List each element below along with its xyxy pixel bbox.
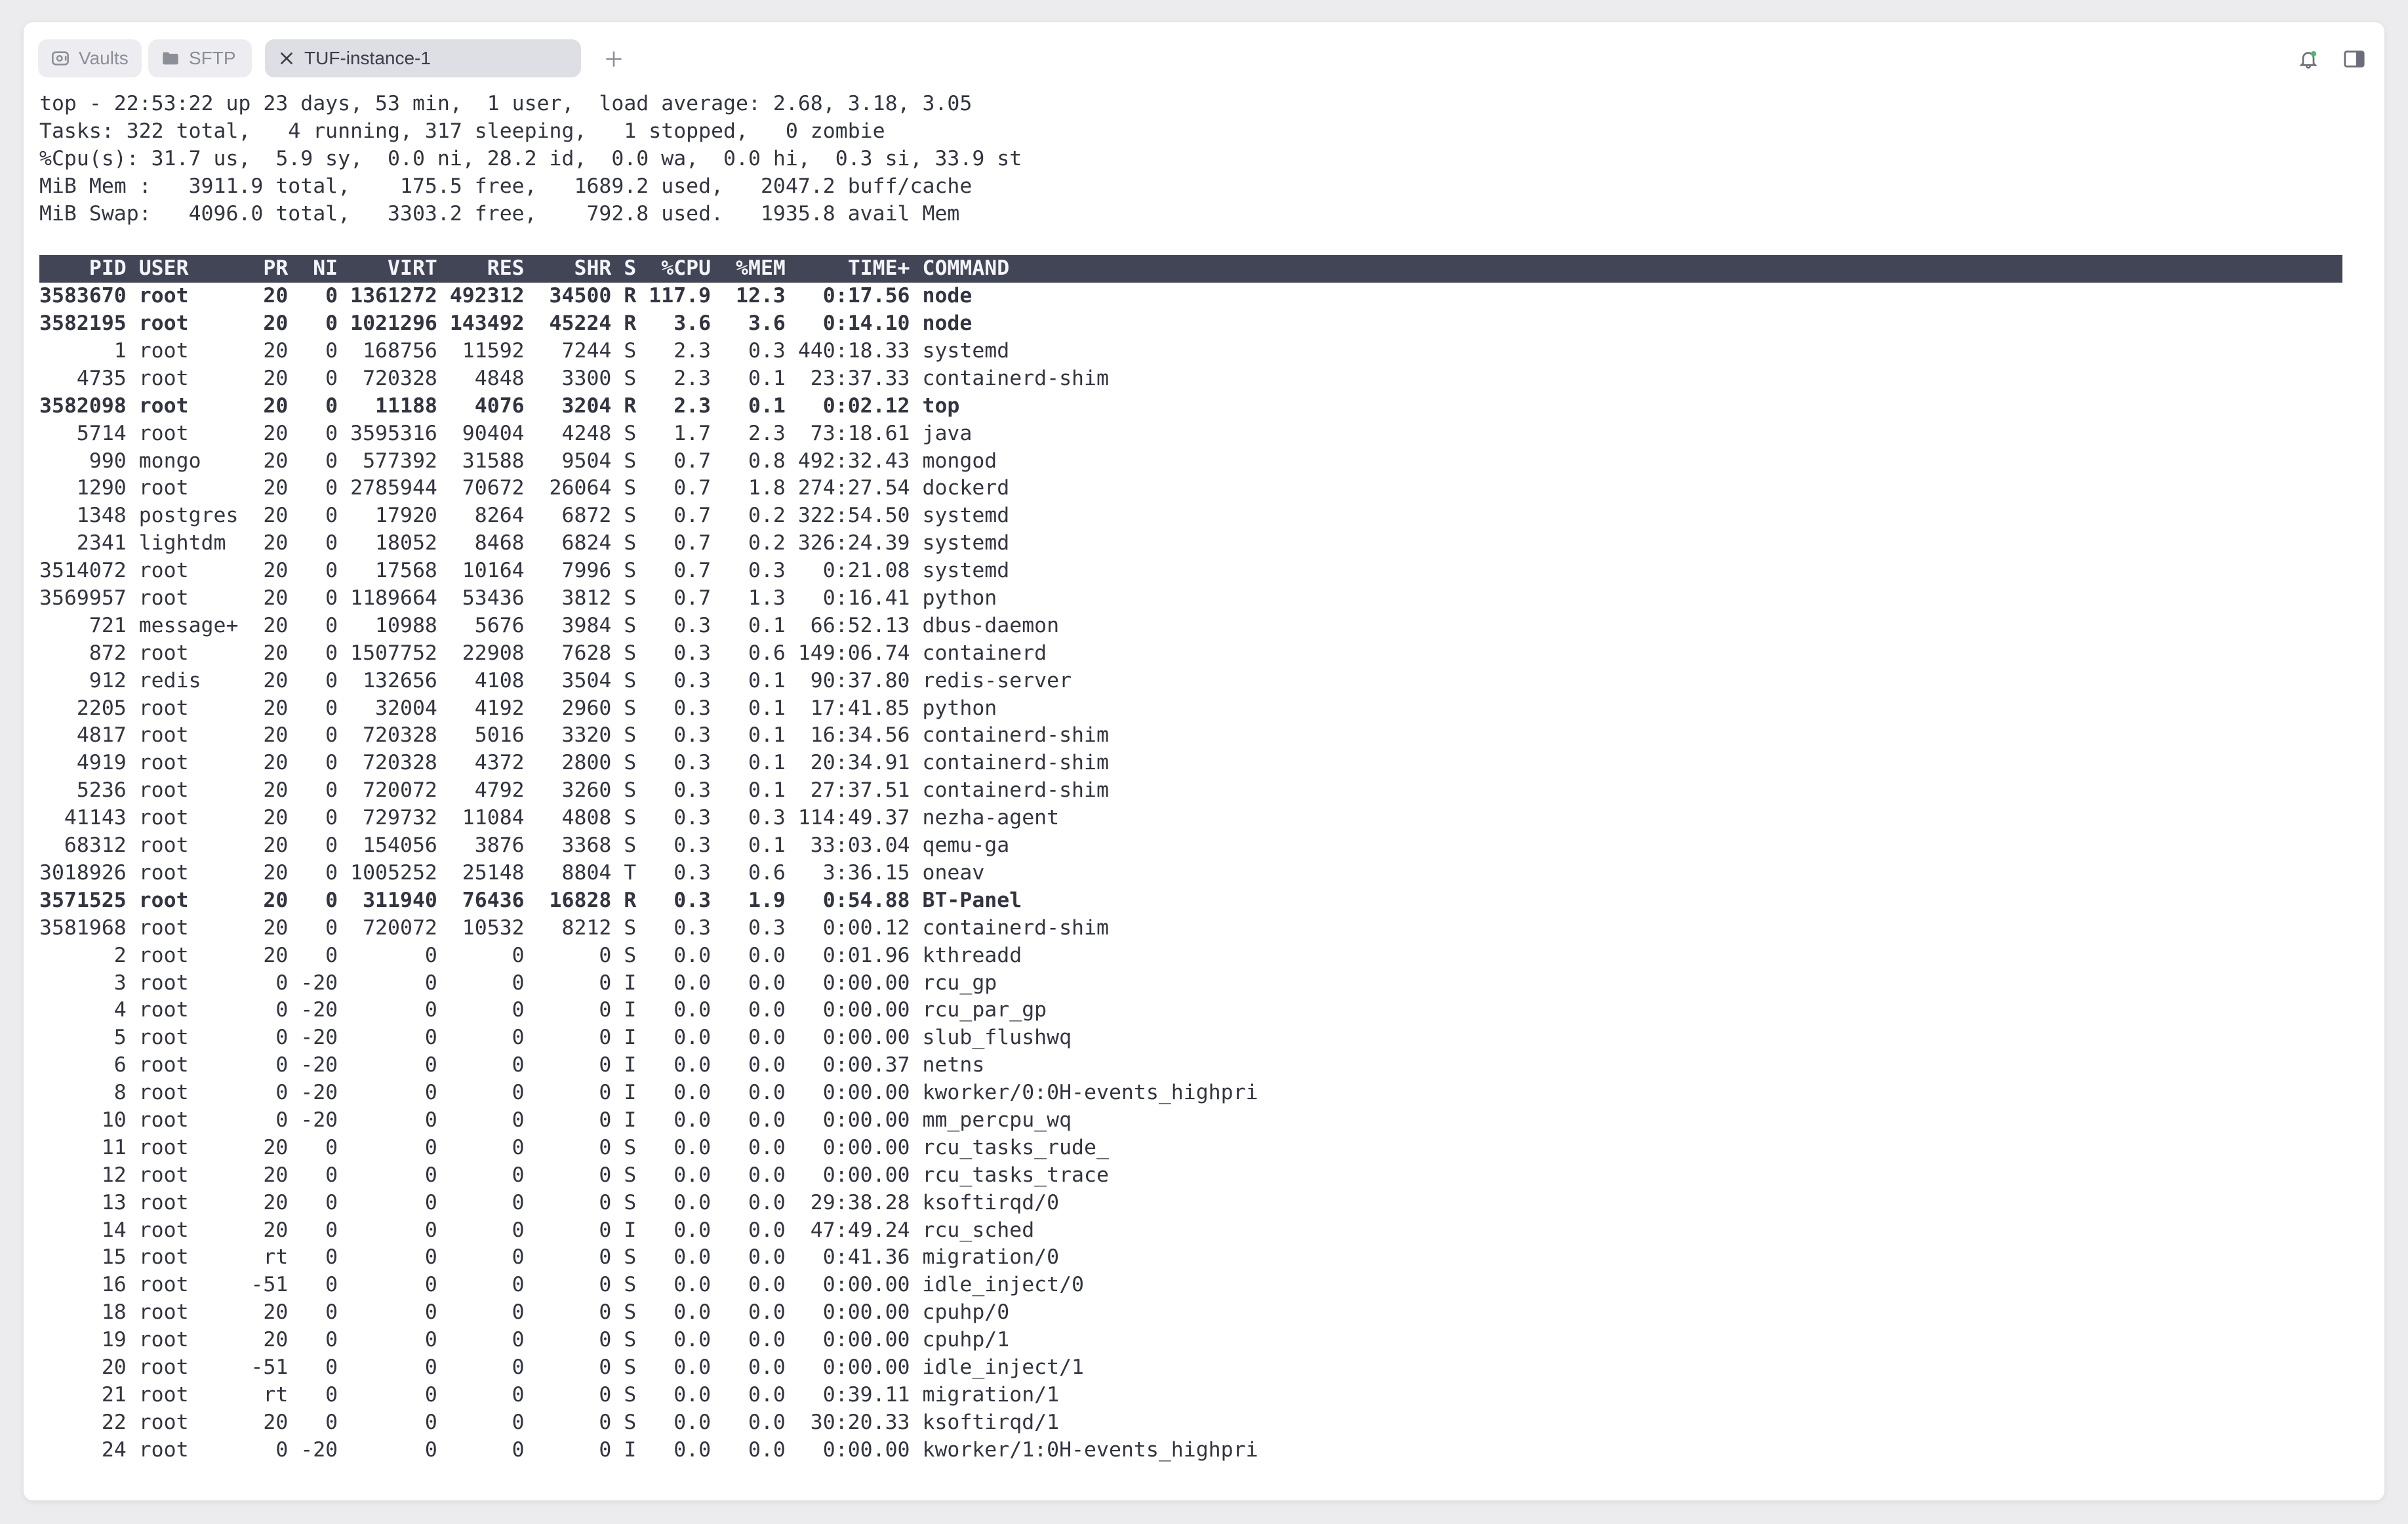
plus-icon — [606, 51, 622, 67]
process-row: 5 root 0 -20 0 0 0 I 0.0 0.0 0:00.00 slu… — [39, 1026, 1072, 1050]
process-row: 3018926 root 20 0 1005252 25148 8804 T 0… — [39, 860, 985, 885]
process-row: 1348 postgres 20 0 17920 8264 6872 S 0.7… — [39, 504, 1010, 528]
process-row: 11 root 20 0 0 0 0 S 0.0 0.0 0:00.00 rcu… — [39, 1135, 1109, 1159]
process-row: 912 redis 20 0 132656 4108 3504 S 0.3 0.… — [39, 668, 1072, 692]
summary-uptime: top - 22:53:22 up 23 days, 53 min, 1 use… — [39, 92, 973, 115]
process-row: 16 root -51 0 0 0 0 S 0.0 0.0 0:00.00 id… — [39, 1273, 1085, 1297]
process-row: 21 root rt 0 0 0 0 S 0.0 0.0 0:39.11 mig… — [39, 1382, 1060, 1407]
tab-label: TUF-instance-1 — [304, 48, 431, 68]
tab-label: Vaults — [79, 48, 129, 68]
process-table: 3583670 root 20 0 1361272 492312 34500 R… — [39, 283, 2342, 1464]
process-row: 3 root 0 -20 0 0 0 I 0.0 0.0 0:00.00 rcu… — [39, 971, 997, 995]
bell-icon — [2299, 51, 2318, 69]
tab-vaults[interactable]: Vaults — [38, 39, 142, 77]
process-row: 68312 root 20 0 154056 3876 3368 S 0.3 0… — [39, 833, 1010, 858]
process-row: 4817 root 20 0 720328 5016 3320 S 0.3 0.… — [39, 723, 1109, 748]
process-row: 5236 root 20 0 720072 4792 3260 S 0.3 0.… — [39, 778, 1109, 803]
new-tab-button[interactable] — [597, 42, 631, 76]
process-row: 4735 root 20 0 720328 4848 3300 S 2.3 0.… — [39, 366, 1109, 390]
process-table-header: PID USER PR NI VIRT RES SHR S %CPU %MEM … — [39, 255, 2342, 283]
process-row: 10 root 0 -20 0 0 0 I 0.0 0.0 0:00.00 mm… — [39, 1108, 1072, 1132]
process-row: 3582195 root 20 0 1021296 143492 45224 R… — [39, 311, 973, 336]
process-row: 3571525 root 20 0 311940 76436 16828 R 0… — [39, 888, 1022, 912]
process-row: 18 root 20 0 0 0 0 S 0.0 0.0 0:00.00 cpu… — [39, 1300, 1010, 1325]
process-row: 990 mongo 20 0 577392 31588 9504 S 0.7 0… — [39, 449, 997, 473]
process-row: 872 root 20 0 1507752 22908 7628 S 0.3 0… — [39, 641, 1047, 665]
process-row: 3583670 root 20 0 1361272 492312 34500 R… — [39, 284, 973, 308]
process-row: 3569957 root 20 0 1189664 53436 3812 S 0… — [39, 586, 997, 611]
tab-tuf-instance-1[interactable]: TUF-instance-1 — [265, 39, 581, 77]
process-row: 1290 root 20 0 2785944 70672 26064 S 0.7… — [39, 476, 1010, 500]
process-row: 22 root 20 0 0 0 0 S 0.0 0.0 30:20.33 ks… — [39, 1410, 1060, 1434]
process-row: 19 root 20 0 0 0 0 S 0.0 0.0 0:00.00 cpu… — [39, 1328, 1010, 1352]
process-row: 14 root 20 0 0 0 0 I 0.0 0.0 47:49.24 rc… — [39, 1218, 1035, 1242]
process-row: 13 root 20 0 0 0 0 S 0.0 0.0 29:38.28 ks… — [39, 1190, 1060, 1214]
terminal-output[interactable]: top - 22:53:22 up 23 days, 53 min, 1 use… — [39, 90, 2342, 1464]
process-row: 3581968 root 20 0 720072 10532 8212 S 0.… — [39, 915, 1109, 940]
process-row: 2205 root 20 0 32004 4192 2960 S 0.3 0.1… — [39, 696, 997, 720]
process-row: 5714 root 20 0 3595316 90404 4248 S 1.7 … — [39, 421, 973, 445]
process-row: 6 root 0 -20 0 0 0 I 0.0 0.0 0:00.37 net… — [39, 1053, 985, 1077]
process-row: 41143 root 20 0 729732 11084 4808 S 0.3 … — [39, 806, 1060, 830]
process-row: 4919 root 20 0 720328 4372 2800 S 0.3 0.… — [39, 751, 1109, 775]
process-row: 15 root rt 0 0 0 0 S 0.0 0.0 0:41.36 mig… — [39, 1245, 1060, 1270]
process-row: 24 root 0 -20 0 0 0 I 0.0 0.0 0:00.00 kw… — [39, 1437, 1258, 1462]
terminal-window: Vaults SFTP TUF-instance-1 top - 22:53:2… — [24, 22, 2384, 1500]
summary-tasks: Tasks: 322 total, 4 running, 317 sleepin… — [39, 119, 885, 143]
summary-swap: MiB Swap: 4096.0 total, 3303.2 free, 792… — [39, 201, 960, 226]
process-row: 3514072 root 20 0 17568 10164 7996 S 0.7… — [39, 559, 1010, 583]
process-row: 4 root 0 -20 0 0 0 I 0.0 0.0 0:00.00 rcu… — [39, 998, 1047, 1022]
process-row: 20 root -51 0 0 0 0 S 0.0 0.0 0:00.00 id… — [39, 1355, 1085, 1379]
summary-mem: MiB Mem : 3911.9 total, 175.5 free, 1689… — [39, 174, 973, 198]
notifications-button[interactable] — [2293, 43, 2324, 75]
process-row: 8 root 0 -20 0 0 0 I 0.0 0.0 0:00.00 kwo… — [39, 1081, 1258, 1105]
vault-icon — [52, 51, 69, 66]
process-row: 12 root 20 0 0 0 0 S 0.0 0.0 0:00.00 rcu… — [39, 1163, 1109, 1187]
process-row: 2341 lightdm 20 0 18052 8468 6824 S 0.7 … — [39, 531, 1010, 555]
side-panel-toggle-button[interactable] — [2338, 43, 2370, 75]
summary-cpu: %Cpu(s): 31.7 us, 5.9 sy, 0.0 ni, 28.2 i… — [39, 146, 1022, 170]
process-row: 3582098 root 20 0 11188 4076 3204 R 2.3 … — [39, 393, 960, 418]
folder-icon — [163, 52, 178, 65]
tab-label: SFTP — [189, 48, 236, 68]
tab-bar: Vaults SFTP TUF-instance-1 — [24, 22, 2384, 93]
close-icon[interactable] — [278, 50, 295, 67]
tab-sftp[interactable]: SFTP — [148, 39, 252, 77]
process-row: 1 root 20 0 168756 11592 7244 S 2.3 0.3 … — [39, 339, 1010, 363]
process-row: 721 message+ 20 0 10988 5676 3984 S 0.3 … — [39, 613, 1060, 637]
process-row: 2 root 20 0 0 0 0 S 0.0 0.0 0:01.96 kthr… — [39, 943, 1022, 967]
sidebar-icon — [2344, 50, 2365, 68]
